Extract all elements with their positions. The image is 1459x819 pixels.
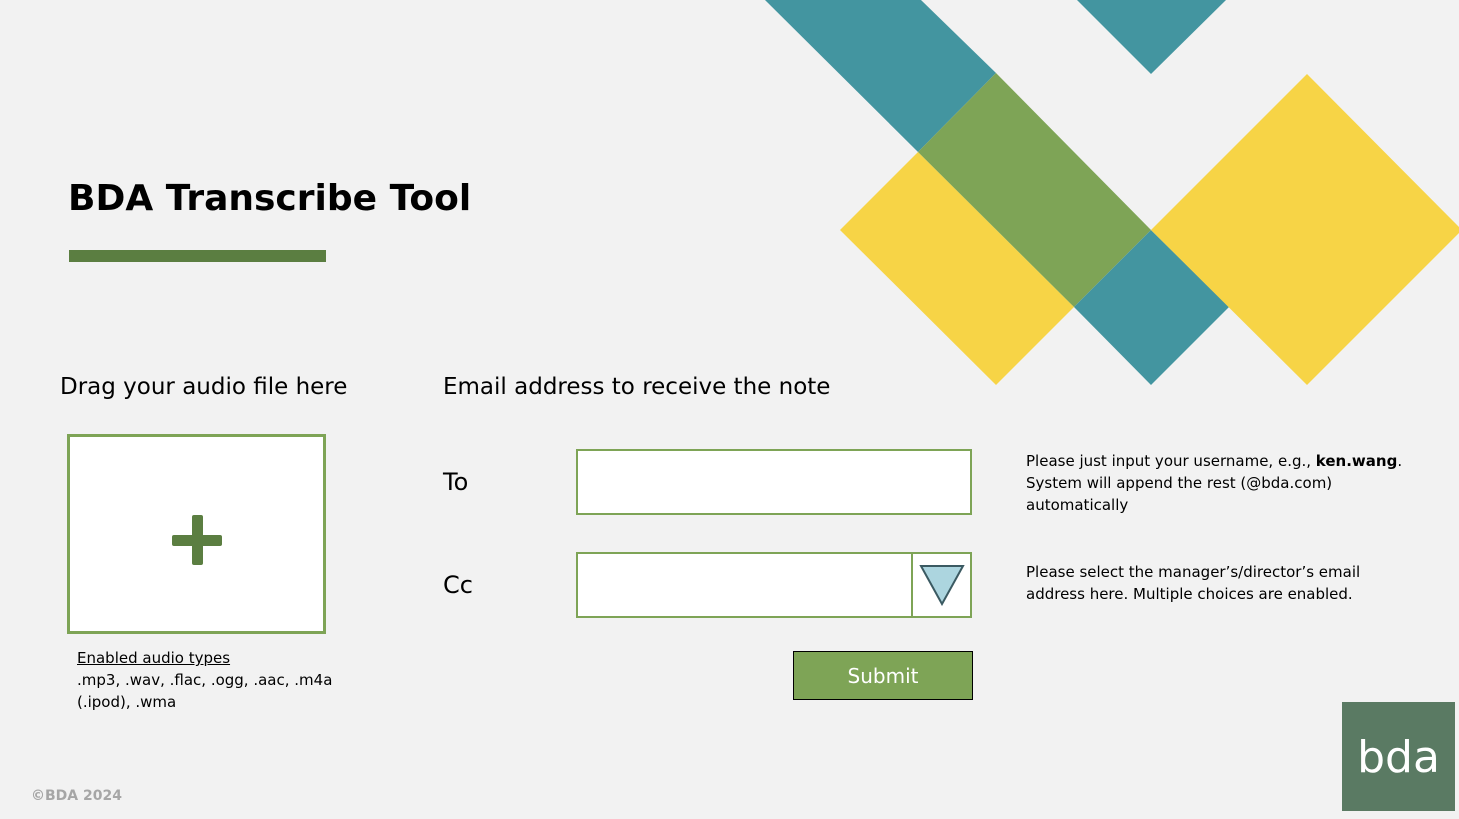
deco-green-band: [918, 73, 1151, 307]
page: BDA Transcribe Tool Drag your audio file…: [0, 0, 1459, 819]
upload-heading: Drag your audio file here: [60, 374, 348, 400]
deco-yellow-diamond-left: [840, 152, 1074, 385]
deco-yellow-diamond-right: [1151, 74, 1459, 385]
cc-email-input[interactable]: [578, 554, 911, 616]
submit-button[interactable]: Submit: [793, 651, 973, 700]
to-help-text: Please just input your username, e.g., k…: [1026, 450, 1406, 516]
deco-teal-triangle-top: [1077, 0, 1226, 74]
audio-types-label: Enabled audio types: [77, 649, 231, 667]
to-label: To: [443, 468, 469, 496]
cc-dropdown-button[interactable]: [913, 554, 970, 616]
cc-label: Cc: [443, 571, 473, 599]
email-heading: Email address to receive the note: [443, 374, 831, 400]
deco-teal-diamond-bottom: [1074, 230, 1229, 385]
to-help-example: ken.wang: [1315, 452, 1398, 470]
cc-help-text: Please select the manager’s/director’s e…: [1026, 563, 1361, 603]
title-underline: [69, 250, 326, 262]
to-help-prefix: Please just input your username, e.g.,: [1026, 452, 1316, 470]
bda-logo: bda: [1342, 702, 1455, 811]
plus-icon[interactable]: [172, 515, 222, 565]
to-email-input[interactable]: [576, 449, 972, 515]
audio-types-info: Enabled audio types .mp3, .wav, .flac, .…: [77, 647, 337, 713]
audio-types-value: .mp3, .wav, .flac, .ogg, .aac, .m4a (.ip…: [77, 671, 333, 711]
audio-drop-zone[interactable]: [67, 434, 326, 634]
copyright-text: ©BDA 2024: [31, 788, 122, 804]
cc-select[interactable]: [576, 552, 972, 618]
page-title: BDA Transcribe Tool: [68, 178, 472, 219]
logo-text: bda: [1357, 732, 1440, 783]
deco-teal-band-top: [765, 0, 996, 152]
triangle-down-icon[interactable]: [919, 564, 965, 606]
